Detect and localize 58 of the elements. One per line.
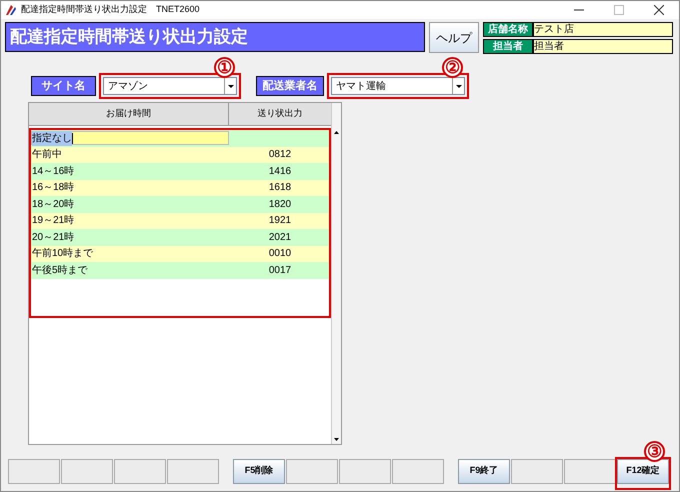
info-value: 担当者 (533, 39, 673, 54)
table-cell-text: 午前中 (31, 148, 62, 162)
table-row[interactable]: 午前中 0812 (31, 146, 329, 163)
callout-number: ② (442, 57, 463, 78)
table-cell-text: 0812 (268, 148, 292, 162)
function-key-button[interactable]: F9終了 (458, 458, 510, 484)
filter-label: サイト名 (31, 76, 96, 96)
table-cell-text: 16～18時 (31, 180, 74, 196)
help-button[interactable]: ヘルプ (429, 22, 479, 53)
dropdown[interactable]: アマゾン (103, 77, 237, 95)
table-row[interactable]: 16～18時 1618 (31, 180, 329, 196)
table-cell-text: 2021 (268, 230, 292, 245)
table-cell-text: 0017 (268, 264, 292, 278)
table-cell-text: 14～16時 (31, 164, 74, 179)
table-cell-editor[interactable]: 指定なし (31, 131, 229, 146)
table-cell-text: 午後5時まで (31, 264, 88, 278)
blank-function-key[interactable] (564, 458, 616, 484)
blank-function-key[interactable] (286, 458, 338, 484)
blank-function-key[interactable] (8, 458, 60, 484)
table-row[interactable]: 午後5時まで 0017 (31, 262, 329, 278)
table-cell-text: 18～20時 (31, 198, 74, 212)
info-value: テスト店 (533, 22, 673, 37)
blank-function-key[interactable] (114, 458, 166, 484)
info-label: 担当者 (483, 39, 533, 54)
scrollbar[interactable] (331, 103, 341, 444)
dropdown-arrow-icon[interactable] (224, 78, 236, 94)
blank-function-key[interactable] (167, 458, 219, 484)
callout-number: ③ (644, 440, 665, 462)
dropdown[interactable]: ヤマト運輸 (331, 77, 465, 95)
table-row[interactable]: 19～21時 1921 (31, 212, 329, 229)
function-key-button[interactable]: F5削除 (233, 458, 285, 484)
column-header[interactable]: お届け時間 (29, 103, 229, 125)
table-cell-text: 午前10時まで (31, 246, 94, 262)
table-cell-text: 20～21時 (31, 230, 74, 245)
filter-label: 配送業者名 (256, 76, 324, 96)
table-cell-text: 1416 (268, 164, 292, 179)
table-cell-text: 1921 (268, 214, 292, 228)
blank-function-key[interactable] (339, 458, 391, 484)
table-cell-text: 1618 (268, 181, 292, 196)
blank-function-key[interactable] (511, 458, 563, 484)
table-cell-text: 1820 (268, 198, 292, 212)
app-icon (5, 4, 17, 16)
table-row[interactable]: 20～21時 2021 (31, 229, 329, 246)
callout-number: ① (214, 57, 235, 78)
column-header[interactable]: 送り状出力 (229, 103, 331, 125)
table-row[interactable]: 18～20時 1820 (31, 196, 329, 212)
dropdown-arrow-icon[interactable] (452, 78, 464, 94)
window-title: 配達指定時間帯送り状出力設定 TNET2600 (21, 3, 200, 16)
blank-function-key[interactable] (392, 458, 444, 484)
table-row[interactable]: 指定なし (31, 130, 329, 146)
blank-function-key[interactable] (61, 458, 113, 484)
table-row[interactable]: 午前10時まで 0010 (31, 246, 329, 262)
info-label: 店舗名称 (483, 22, 533, 37)
function-key-button[interactable]: F12確定 (617, 458, 669, 484)
table-row[interactable]: 14～16時 1416 (31, 163, 329, 180)
table-cell-text: 19～21時 (31, 214, 74, 228)
page-title: 配達指定時間帯送り状出力設定 (5, 22, 425, 52)
table-cell-text: 0010 (268, 247, 292, 262)
